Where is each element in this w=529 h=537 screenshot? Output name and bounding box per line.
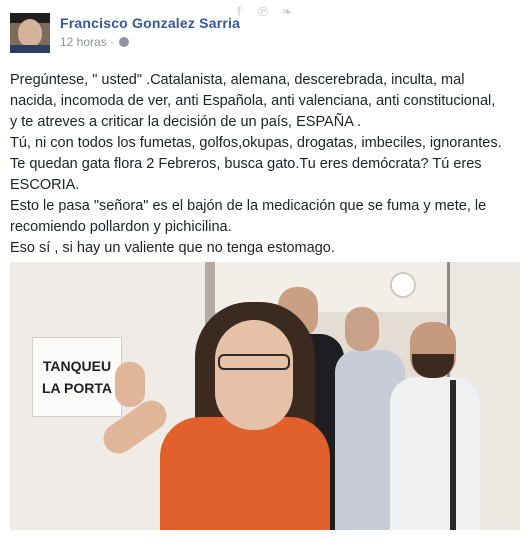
globe-icon — [119, 37, 130, 47]
post-line: nacida, incomoda de ver, anti Española, … — [10, 93, 496, 109]
post-line: y te atreves a criticar la decisión de u… — [10, 114, 362, 130]
post-line: Eso sí , si hay un valiente que no tenga… — [10, 240, 335, 256]
post-line: Tú, ni con todos los fumetas, golfos,oku… — [10, 135, 502, 151]
post-line: Te quedan gata flora 2 Febreros, busca g… — [10, 156, 482, 172]
post-line: ESCORIA. — [10, 177, 80, 193]
share-bar: f ℗ ❧ — [232, 4, 294, 20]
clock-icon — [390, 272, 416, 298]
twitter-icon[interactable]: ❧ — [280, 4, 294, 20]
post-line: Esto le pasa "señora" es el bajón de la … — [10, 198, 487, 214]
author-name[interactable]: Francisco Gonzalez Sarria — [60, 15, 240, 31]
post-body: Pregúntese, " usted" .Catalanista, alema… — [10, 70, 522, 259]
avatar[interactable] — [10, 13, 50, 53]
pointing-hand — [115, 362, 145, 407]
sign-line: TANQUEU — [42, 358, 112, 374]
door-sign: TANQUEU LA PORTA — [32, 337, 122, 417]
time-label: 12 horas · — [60, 35, 115, 49]
man-head — [345, 307, 379, 351]
post-line: Pregúntese, " usted" .Catalanista, alema… — [10, 72, 465, 88]
post-photo[interactable]: TANQUEU LA PORTA — [10, 262, 520, 530]
sign-line: LA PORTA — [42, 380, 112, 396]
post-timestamp[interactable]: 12 horas · — [60, 35, 240, 49]
man-figure — [390, 377, 480, 530]
woman-face — [215, 320, 293, 430]
pinterest-icon[interactable]: ℗ — [256, 4, 270, 20]
bag-strap — [450, 380, 456, 530]
glasses-icon — [218, 354, 290, 370]
post-line: recomiendo pollardon y pichicilina. — [10, 219, 232, 235]
post-header: Francisco Gonzalez Sarria 12 horas · — [10, 13, 240, 53]
woman-dress — [160, 417, 330, 530]
